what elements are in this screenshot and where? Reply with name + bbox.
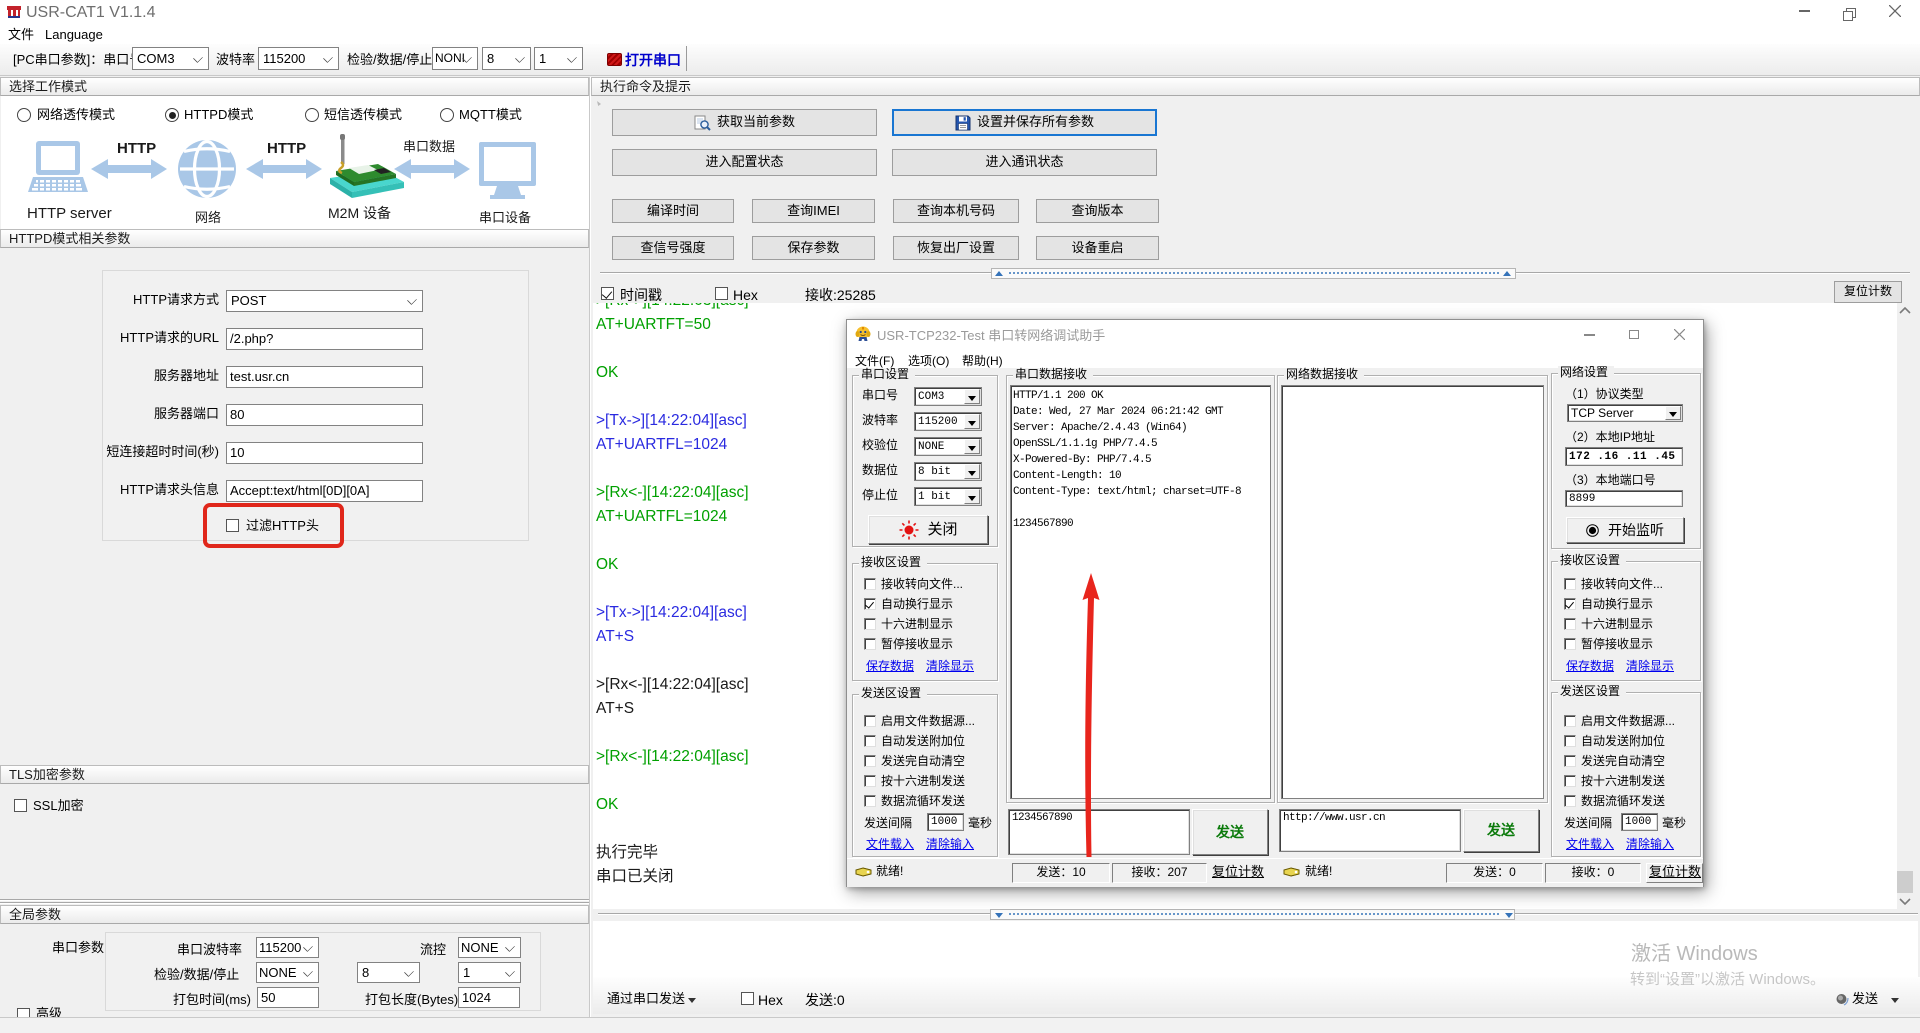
svg-text:HTTP: HTTP (117, 140, 156, 157)
svg-text:HTTP: HTTP (267, 140, 306, 157)
